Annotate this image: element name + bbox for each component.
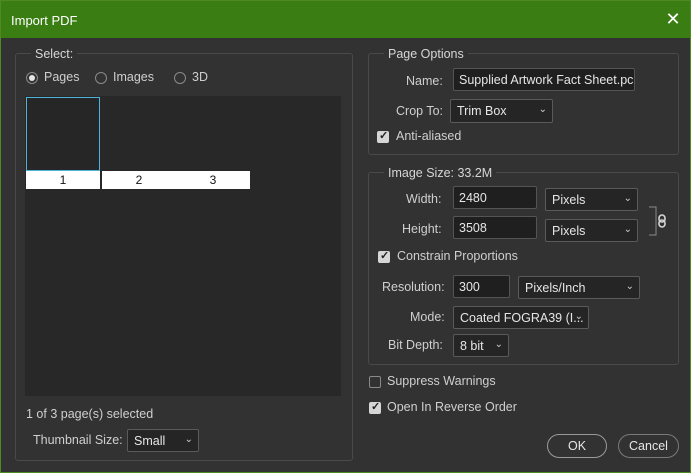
- reverse-order-checkbox[interactable]: [369, 400, 381, 414]
- link-proportions-icon[interactable]: [648, 206, 668, 236]
- image-size-legend: Image Size: 33.2M: [384, 166, 497, 180]
- width-unit-select[interactable]: Pixels ⌄: [545, 188, 638, 211]
- crop-to-label: Crop To:: [396, 104, 444, 118]
- title-bar: Import PDF ✕: [1, 1, 690, 38]
- page-number-1[interactable]: 1: [26, 171, 100, 189]
- page-thumbnail-1[interactable]: [26, 97, 100, 171]
- width-unit-value: Pixels: [552, 193, 586, 207]
- mode-value: Coated FOGRA39 (I...: [460, 311, 584, 325]
- page-number-3[interactable]: 3: [176, 171, 250, 189]
- select-legend: Select:: [31, 47, 78, 61]
- mode-select[interactable]: Coated FOGRA39 (I... ⌄: [453, 306, 589, 329]
- constrain-proportions-label[interactable]: Constrain Proportions: [397, 249, 518, 263]
- height-label: Height:: [402, 222, 442, 236]
- ok-button[interactable]: OK: [547, 434, 607, 458]
- height-field[interactable]: 3508: [453, 216, 537, 239]
- import-pdf-dialog: Import PDF ✕ Select: Pages Images 3D 1 2…: [0, 0, 691, 473]
- bit-depth-label: Bit Depth:: [388, 338, 443, 352]
- suppress-warnings-checkbox[interactable]: [369, 376, 381, 388]
- resolution-unit-select[interactable]: Pixels/Inch ⌄: [518, 276, 640, 299]
- chevron-down-icon: ⌄: [623, 193, 632, 204]
- resolution-field[interactable]: 300: [453, 275, 510, 298]
- bit-depth-value: 8 bit: [460, 339, 484, 353]
- pages-radio-label[interactable]: Pages: [44, 70, 79, 84]
- width-label: Width:: [406, 192, 442, 206]
- thumbnail-size-select[interactable]: Small ⌄: [127, 429, 199, 452]
- width-field[interactable]: 2480: [453, 186, 537, 209]
- window-title: Import PDF: [11, 13, 78, 28]
- page-options-legend: Page Options: [384, 47, 468, 61]
- name-label: Name:: [406, 74, 443, 88]
- anti-aliased-label[interactable]: Anti-aliased: [396, 129, 461, 143]
- thumbnail-area: 1 2 3: [25, 96, 341, 396]
- height-unit-select[interactable]: Pixels ⌄: [545, 219, 638, 242]
- name-field[interactable]: Supplied Artwork Fact Sheet.pc: [453, 68, 635, 91]
- cancel-button[interactable]: Cancel: [618, 434, 679, 458]
- height-unit-value: Pixels: [552, 224, 586, 238]
- crop-to-value: Trim Box: [457, 104, 507, 118]
- page-number-2[interactable]: 2: [102, 171, 176, 189]
- chevron-down-icon: ⌄: [625, 281, 634, 292]
- mode-label: Mode:: [410, 310, 445, 324]
- images-radio-label[interactable]: Images: [113, 70, 154, 84]
- pages-radio[interactable]: [26, 72, 38, 84]
- chevron-down-icon: ⌄: [538, 104, 547, 115]
- 3d-radio-label[interactable]: 3D: [192, 70, 208, 84]
- reverse-order-label[interactable]: Open In Reverse Order: [387, 400, 517, 414]
- constrain-proportions-checkbox[interactable]: [378, 249, 390, 263]
- thumbnail-size-label: Thumbnail Size:: [33, 433, 123, 447]
- close-icon[interactable]: ✕: [663, 9, 683, 29]
- suppress-warnings-label[interactable]: Suppress Warnings: [387, 374, 496, 388]
- crop-to-select[interactable]: Trim Box ⌄: [450, 99, 553, 123]
- selection-status: 1 of 3 page(s) selected: [26, 407, 154, 421]
- resolution-unit-value: Pixels/Inch: [525, 281, 586, 295]
- bit-depth-select[interactable]: 8 bit ⌄: [453, 334, 509, 357]
- anti-aliased-checkbox[interactable]: [377, 129, 389, 143]
- chevron-down-icon: ⌄: [184, 434, 193, 445]
- 3d-radio[interactable]: [174, 72, 186, 84]
- chevron-down-icon: ⌄: [623, 224, 632, 235]
- resolution-label: Resolution:: [382, 280, 445, 294]
- thumbnail-size-value: Small: [134, 434, 166, 448]
- chevron-down-icon: ⌄: [494, 339, 503, 350]
- chevron-down-icon: ⌄: [574, 311, 583, 322]
- images-radio[interactable]: [95, 72, 107, 84]
